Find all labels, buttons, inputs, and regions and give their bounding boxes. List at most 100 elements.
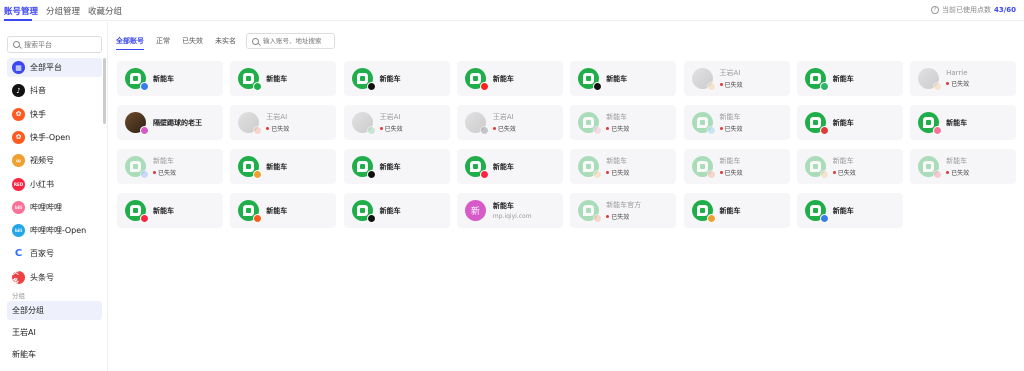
filter-tab-all[interactable]: 全部账号	[116, 36, 144, 50]
platform-badge-icon	[706, 214, 716, 223]
account-search-input[interactable]	[263, 37, 335, 45]
platform-badge-icon	[140, 126, 149, 135]
account-card[interactable]: 新能车 已失效	[683, 105, 790, 140]
account-name: 新能车	[606, 157, 628, 165]
sidebar-item-platform[interactable]: C 百家号	[7, 244, 102, 263]
sidebar-item-platform[interactable]: ∞ 视频号	[7, 151, 102, 170]
account-name: 新能车	[153, 157, 174, 165]
filter-tab-invalid[interactable]: 已失效	[182, 36, 203, 46]
platform-search-input[interactable]	[24, 40, 94, 49]
account-card[interactable]: 新能车	[796, 61, 903, 96]
brand-logo-icon	[243, 161, 255, 172]
account-card[interactable]: 新能车 已失效	[796, 149, 903, 184]
tab-account-management[interactable]: 账号管理	[4, 5, 38, 17]
brand-logo-icon	[469, 73, 481, 84]
account-card[interactable]: 新能车	[796, 193, 903, 228]
sidebar-group-item[interactable]: 新能车	[7, 345, 102, 364]
account-card[interactable]: 新能车	[456, 61, 563, 96]
avatar	[918, 156, 943, 179]
platform-badge-icon	[706, 170, 716, 179]
sidebar-item-label: 全部平台	[30, 63, 62, 72]
sidebar-group-item[interactable]: 全部分组	[7, 301, 102, 320]
account-card[interactable]: 新能车 已失效	[117, 149, 223, 184]
sidebar-group-item[interactable]: 王岩AI	[7, 323, 102, 342]
account-card[interactable]: 新能车	[230, 61, 337, 96]
account-card[interactable]: 新能车	[570, 61, 677, 96]
account-card[interactable]: 王岩AI 已失效	[343, 105, 450, 140]
brand-logo-icon	[809, 205, 821, 216]
account-card[interactable]: 王岩AI 已失效	[230, 105, 337, 140]
account-card[interactable]: 新能车	[343, 61, 450, 96]
brand-logo-icon	[243, 73, 255, 84]
account-name: 新能车	[832, 206, 854, 215]
account-card[interactable]: 新能车	[796, 105, 903, 140]
account-card[interactable]: 新能车	[343, 149, 450, 184]
account-card[interactable]: 新能车	[230, 193, 337, 228]
account-card[interactable]: 新能车	[117, 193, 223, 228]
tab-group-management[interactable]: 分组管理	[46, 5, 80, 17]
brand-logo-icon	[130, 161, 141, 172]
status-label: 已失效	[724, 126, 743, 133]
sidebar-item-platform[interactable]: 头条 头条号	[7, 268, 102, 287]
status-label: 已失效	[384, 126, 403, 133]
account-card[interactable]: 新能车	[910, 105, 1017, 140]
sidebar-item-platform[interactable]: bili 哔哩哔哩	[7, 198, 102, 217]
account-card[interactable]: 新能车 已失效	[570, 105, 677, 140]
invalid-status-badge: 已失效	[719, 80, 743, 89]
douyin-icon: ♪	[12, 84, 25, 98]
platform-badge-icon	[593, 214, 603, 223]
account-name: 新能车	[719, 157, 741, 165]
account-card[interactable]: 新能车	[117, 61, 223, 96]
account-card[interactable]: 新新能车 mp.iqiyi.com	[456, 193, 563, 228]
account-card[interactable]: 新能车	[456, 149, 563, 184]
brand-logo-icon	[130, 205, 141, 216]
info-icon: ?	[930, 6, 939, 14]
sidebar-item-platform[interactable]: ♪ 抖音	[7, 81, 102, 100]
account-search-box[interactable]	[246, 33, 335, 49]
sidebar-item-platform[interactable]: ✿ 快手-Open	[7, 128, 102, 147]
account-card[interactable]: 隔壁踢球的老王	[117, 105, 223, 140]
sidebar-item-platform[interactable]: ▦ 全部平台	[7, 58, 102, 77]
platform-search-box[interactable]	[7, 36, 102, 53]
account-name: 新能车	[832, 118, 854, 127]
account-card[interactable]: 新能车	[230, 149, 337, 184]
sidebar-item-platform[interactable]: bili 哔哩哔哩-Open	[7, 221, 102, 240]
brand-logo-icon	[809, 117, 821, 128]
platform-badge-icon	[479, 126, 489, 135]
kuaishou-icon: ✿	[12, 107, 25, 121]
avatar	[351, 156, 376, 179]
avatar	[691, 156, 716, 179]
status-label: 已失效	[951, 170, 970, 177]
account-card[interactable]: 新能车 已失效	[570, 149, 677, 184]
sidebar-item-platform[interactable]: ✿ 快手	[7, 105, 102, 124]
avatar	[125, 68, 149, 91]
brand-logo-icon	[583, 205, 595, 216]
status-label: 已失效	[724, 82, 743, 89]
account-card[interactable]: 新能车	[343, 193, 450, 228]
account-name: 新能车	[606, 74, 628, 83]
sidebar-item-label: 小红书	[30, 179, 54, 189]
invalid-status-badge: 已失效	[719, 168, 743, 177]
filter-tab-normal[interactable]: 正常	[156, 36, 170, 46]
brand-logo-icon	[696, 205, 708, 216]
brand-logo-icon	[243, 205, 255, 216]
status-dot	[832, 171, 836, 174]
account-card[interactable]: 新能车 已失效	[683, 149, 790, 184]
account-card[interactable]: Harrie 已失效	[910, 61, 1017, 96]
sidebar-item-platform[interactable]: RED 小红书	[7, 175, 102, 194]
platform-badge-icon	[140, 82, 149, 91]
sidebar: ▦全部平台 ♪抖音 ✿快手 ✿快手-Open ∞视频号 RED小红书 bili哔哩哔哩 bil…	[0, 22, 108, 371]
sidebar-scrollbar[interactable]	[103, 58, 106, 124]
account-card[interactable]: 新能车	[683, 193, 790, 228]
platform-badge-icon	[933, 126, 943, 135]
account-name: 王岩AI	[379, 113, 401, 121]
invalid-status-badge: 已失效	[946, 168, 969, 177]
tab-favorite-groups[interactable]: 收藏分组	[88, 5, 122, 17]
account-card[interactable]: 新能车 已失效	[910, 149, 1017, 184]
account-card[interactable]: 王岩AI 已失效	[456, 105, 563, 140]
status-label: 已失效	[611, 214, 630, 221]
account-card[interactable]: 新能车官方 已失效	[570, 193, 677, 228]
filter-tab-unverified[interactable]: 未实名	[215, 36, 236, 46]
account-card[interactable]: 王岩AI 已失效	[683, 61, 790, 96]
account-name: 王岩AI	[492, 113, 514, 121]
